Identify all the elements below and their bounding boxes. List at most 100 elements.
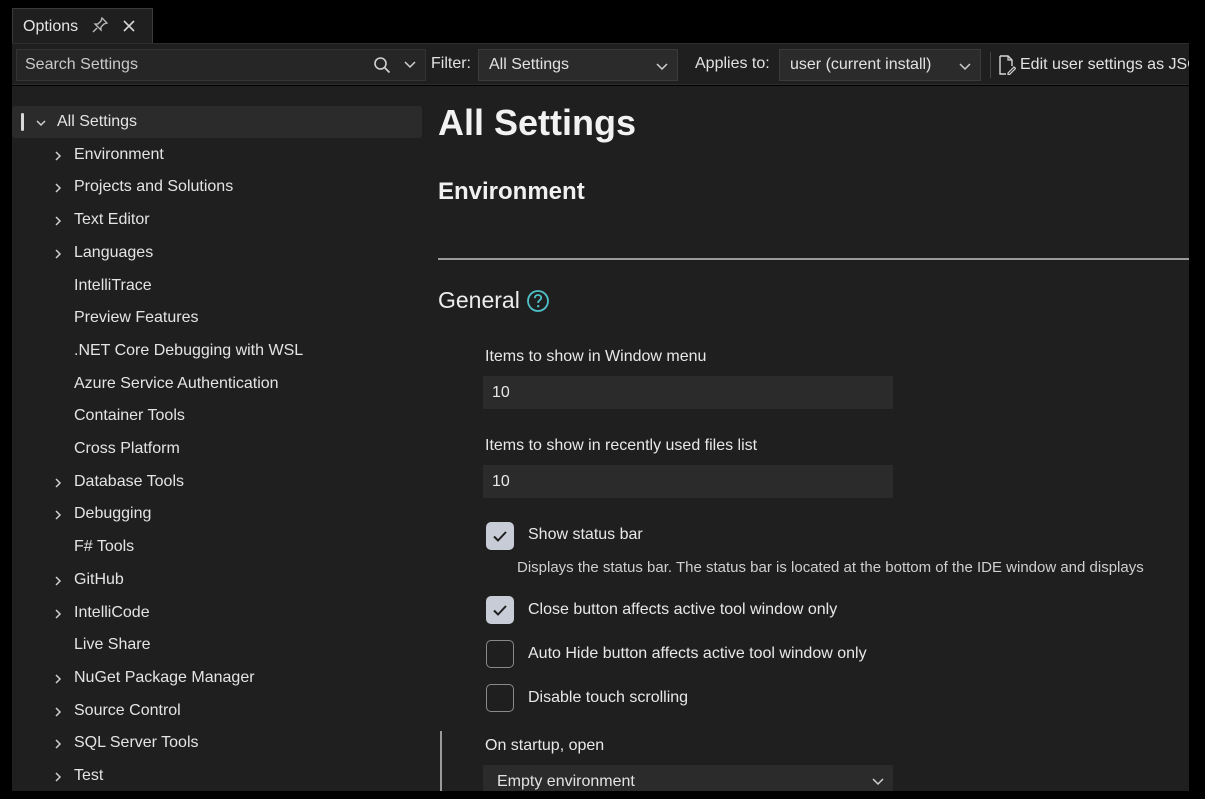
tree-item-label: GitHub (74, 570, 124, 588)
chevron-right-icon[interactable] (52, 574, 64, 586)
close-button-label: Close button affects active tool window … (528, 601, 838, 618)
startup-dropdown[interactable]: Empty environment (483, 765, 893, 791)
tree-item[interactable]: GitHub (12, 564, 422, 596)
settings-tree: All Settings Environment Projects and Solu… (12, 86, 426, 791)
show-status-bar-label: Show status bar (528, 526, 643, 543)
tree-item-label: Source Control (74, 701, 181, 719)
applies-to-value: user (current install) (790, 56, 932, 73)
tree-item-label: F# Tools (74, 538, 135, 556)
startup-value: Empty environment (497, 772, 635, 790)
tree-item-label: Azure Service Authentication (74, 374, 279, 392)
group-indicator-bar (440, 731, 442, 791)
search-icon[interactable] (373, 56, 391, 74)
tree-item[interactable]: Azure Service Authentication (12, 368, 422, 400)
tree-item[interactable]: IntelliTrace (12, 270, 422, 302)
section-divider (438, 258, 1189, 260)
show-status-bar-description: Displays the status bar. The status bar … (517, 559, 1144, 576)
tree-item[interactable]: Preview Features (12, 302, 422, 334)
window-menu-input[interactable] (483, 376, 893, 409)
chevron-right-icon[interactable] (52, 508, 64, 520)
chevron-down-icon (655, 59, 669, 73)
tree-item[interactable]: Environment (12, 139, 422, 171)
tree-item[interactable]: Test (12, 760, 422, 791)
settings-toolbar: Filter: All Settings Applies to: user (c… (12, 43, 1189, 85)
close-icon[interactable] (122, 18, 136, 36)
toolbar-divider (990, 52, 991, 78)
disable-touch-scrolling-label: Disable touch scrolling (528, 689, 689, 706)
checkmark-icon (493, 531, 507, 542)
selection-indicator (21, 113, 24, 131)
tree-item-label: SQL Server Tools (74, 734, 199, 752)
chevron-right-icon[interactable] (52, 214, 64, 226)
applies-to-label: Applies to: (695, 55, 770, 72)
tree-item-label: Projects and Solutions (74, 178, 234, 196)
tree-item[interactable]: F# Tools (12, 531, 422, 563)
chevron-right-icon[interactable] (52, 770, 64, 782)
tree-item-label: IntelliTrace (74, 276, 152, 294)
tree-item[interactable]: All Settings (12, 106, 422, 138)
tree-item-label: Environment (74, 145, 164, 163)
search-input[interactable] (17, 56, 357, 74)
tree-item-label: .NET Core Debugging with WSL (74, 341, 304, 359)
tree-item[interactable]: NuGet Package Manager (12, 662, 422, 694)
edit-json-label: Edit user settings as JSON (1020, 56, 1189, 73)
filter-label: Filter: (431, 55, 471, 72)
tree-item[interactable]: Debugging (12, 498, 422, 530)
chevron-down-icon[interactable] (403, 57, 417, 71)
tree-item[interactable]: IntelliCode (12, 597, 422, 629)
tree-item[interactable]: Projects and Solutions (12, 171, 422, 203)
chevron-right-icon[interactable] (52, 247, 64, 259)
chevron-right-icon[interactable] (52, 149, 64, 161)
recent-files-label: Items to show in recently used files lis… (485, 437, 758, 454)
tree-item-label: IntelliCode (74, 603, 150, 621)
group-title: General (438, 287, 550, 314)
search-box (16, 49, 426, 81)
recent-files-input[interactable] (483, 465, 893, 498)
tab-options[interactable]: Options (12, 8, 153, 44)
chevron-right-icon[interactable] (52, 737, 64, 749)
edit-json-button[interactable]: Edit user settings as JSON (998, 49, 1189, 81)
tree-item-label: Cross Platform (74, 440, 180, 457)
tree-item-label: Text Editor (74, 211, 150, 229)
disable-touch-scrolling-checkbox[interactable] (486, 684, 514, 712)
tree-item-label: Debugging (74, 505, 152, 523)
filter-dropdown[interactable]: All Settings (478, 49, 678, 81)
group-title-text: General (438, 287, 520, 313)
chevron-right-icon[interactable] (52, 672, 64, 684)
tree-item[interactable]: Database Tools (12, 466, 422, 498)
tree-item[interactable]: .NET Core Debugging with WSL (12, 335, 422, 367)
chevron-down-icon (958, 59, 972, 73)
chevron-right-icon[interactable] (52, 607, 64, 619)
section-title: Environment (438, 178, 585, 205)
tree-item[interactable]: Source Control (12, 695, 422, 727)
settings-content: All Settings Environment General Items t… (426, 86, 1189, 791)
tree-item[interactable]: Container Tools (12, 400, 422, 432)
tree-item-label: Preview Features (74, 309, 199, 327)
startup-label: On startup, open (485, 737, 605, 754)
chevron-right-icon[interactable] (52, 476, 64, 488)
show-status-bar-checkbox[interactable] (486, 522, 514, 550)
tree-item-label: NuGet Package Manager (74, 668, 255, 686)
applies-to-dropdown[interactable]: user (current install) (779, 49, 981, 81)
tree-item-label: Test (74, 767, 104, 784)
close-button-checkbox[interactable] (486, 596, 514, 624)
chevron-right-icon[interactable] (52, 705, 64, 717)
auto-hide-label: Auto Hide button affects active tool win… (528, 645, 867, 662)
tree-item[interactable]: Cross Platform (12, 433, 422, 465)
tree-item[interactable]: SQL Server Tools (12, 727, 422, 759)
tab-title: Options (23, 17, 79, 35)
help-icon[interactable] (526, 289, 550, 313)
tree-item[interactable]: Live Share (12, 629, 422, 661)
chevron-right-icon[interactable] (52, 181, 64, 193)
page-title: All Settings (438, 102, 637, 143)
edit-file-icon (998, 55, 1017, 76)
tab-strip: Options (0, 0, 1205, 44)
tree-item[interactable]: Languages (12, 237, 422, 269)
tree-item-label: Live Share (74, 636, 151, 654)
auto-hide-checkbox[interactable] (486, 640, 514, 668)
tree-item-label: Languages (74, 243, 154, 261)
pin-icon[interactable] (92, 16, 109, 37)
chevron-down-icon[interactable] (35, 116, 47, 128)
checkmark-icon (493, 605, 507, 616)
tree-item[interactable]: Text Editor (12, 204, 422, 236)
